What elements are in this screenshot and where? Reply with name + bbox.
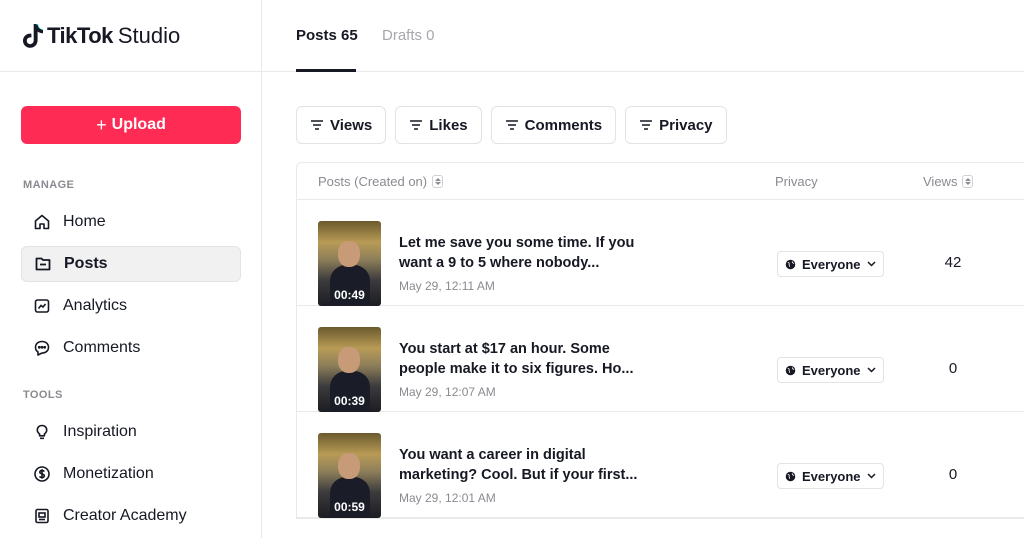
chevron-down-icon <box>867 367 876 373</box>
column-header-posts[interactable]: Posts (Created on) <box>318 174 444 189</box>
table-header: Posts (Created on) Privacy Views <box>297 163 1024 200</box>
logo-text: TikTok <box>47 22 113 48</box>
sort-icon <box>432 175 444 188</box>
filter-icon <box>640 120 653 130</box>
filter-likes-button[interactable]: Likes <box>395 106 482 144</box>
views-count: 42 <box>944 254 962 271</box>
globe-icon <box>785 471 796 481</box>
sidebar-item-label: Posts <box>64 255 108 272</box>
column-header-label: Posts (Created on) <box>318 174 428 189</box>
post-title[interactable]: Let me save you some time. If you want a… <box>399 233 649 273</box>
table-row[interactable]: 00:49 Let me save you some time. If you … <box>297 200 1024 306</box>
sidebar: TikTok Studio + Upload MANAGE Home Posts… <box>0 0 262 538</box>
video-duration: 00:49 <box>334 288 365 302</box>
tools-section-label: TOOLS <box>23 389 63 401</box>
sidebar-item-label: Comments <box>63 339 141 356</box>
filter-label: Comments <box>524 116 603 134</box>
sidebar-item-label: Inspiration <box>63 423 137 440</box>
lightbulb-icon <box>33 423 51 441</box>
sidebar-item-comments[interactable]: Comments <box>21 330 241 366</box>
column-header-label: Views <box>923 174 958 189</box>
table-row[interactable]: 00:39 You start at $17 an hour. Some peo… <box>297 306 1024 412</box>
home-icon <box>33 213 51 231</box>
privacy-dropdown[interactable]: Everyone <box>777 251 884 277</box>
tab-drafts[interactable]: Drafts 0 <box>382 27 435 44</box>
column-header-privacy: Privacy <box>775 174 818 189</box>
views-count: 0 <box>948 466 958 483</box>
filter-icon <box>410 120 423 130</box>
sidebar-item-label: Analytics <box>63 297 128 314</box>
post-date: May 29, 12:07 AM <box>399 385 496 399</box>
chevron-down-icon <box>867 261 876 267</box>
logo[interactable]: TikTok Studio <box>0 0 261 72</box>
video-duration: 00:59 <box>334 500 365 514</box>
filter-views-button[interactable]: Views <box>296 106 387 144</box>
video-thumbnail[interactable]: 00:39 <box>318 327 381 412</box>
video-duration: 00:39 <box>334 394 365 408</box>
table-row[interactable]: 00:59 You want a career in digital marke… <box>297 412 1024 518</box>
filter-icon <box>505 120 518 130</box>
dollar-icon <box>33 465 51 483</box>
post-date: May 29, 12:11 AM <box>399 279 495 293</box>
chevron-down-icon <box>867 473 876 479</box>
sidebar-item-label: Creator Academy <box>63 507 187 524</box>
filter-label: Likes <box>429 116 468 134</box>
privacy-dropdown[interactable]: Everyone <box>777 463 884 489</box>
privacy-dropdown[interactable]: Everyone <box>777 357 884 383</box>
logo-studio-text: Studio <box>117 22 181 48</box>
video-thumbnail[interactable]: 00:49 <box>318 221 381 306</box>
sidebar-item-label: Home <box>63 213 106 230</box>
thumbnail-face <box>338 241 360 267</box>
tiktok-logo-icon <box>23 23 44 48</box>
column-header-views[interactable]: Views <box>923 174 974 189</box>
filter-privacy-button[interactable]: Privacy <box>625 106 727 144</box>
plus-icon: + <box>96 114 107 135</box>
privacy-value: Everyone <box>802 468 861 484</box>
sidebar-item-label: Monetization <box>63 465 154 482</box>
thumbnail-face <box>338 453 360 479</box>
posts-table: Posts (Created on) Privacy Views 00:49 L… <box>296 162 1024 519</box>
globe-icon <box>785 259 796 269</box>
filter-label: Privacy <box>659 116 713 134</box>
privacy-value: Everyone <box>802 362 861 378</box>
upload-button[interactable]: + Upload <box>21 106 241 144</box>
sidebar-item-home[interactable]: Home <box>21 204 241 240</box>
active-tab-indicator <box>296 69 356 72</box>
academy-icon <box>33 507 51 525</box>
post-title[interactable]: You want a career in digital marketing? … <box>399 445 649 485</box>
sidebar-item-inspiration[interactable]: Inspiration <box>21 414 241 450</box>
filter-icon <box>311 120 323 130</box>
sidebar-item-creator-academy[interactable]: Creator Academy <box>21 498 241 534</box>
filter-bar: Views Likes Comments Privacy <box>296 106 727 144</box>
sort-icon <box>962 175 974 188</box>
column-header-label: Privacy <box>775 174 818 189</box>
thumbnail-face <box>338 347 360 373</box>
post-date: May 29, 12:01 AM <box>399 491 496 505</box>
upload-label: Upload <box>111 116 166 133</box>
main-content: Posts 65 Drafts 0 Views Likes Comments P… <box>262 0 1024 538</box>
video-thumbnail[interactable]: 00:59 <box>318 433 381 518</box>
filter-comments-button[interactable]: Comments <box>490 106 617 144</box>
filter-label: Views <box>330 116 373 134</box>
analytics-icon <box>33 297 51 315</box>
post-title[interactable]: You start at $17 an hour. Some people ma… <box>399 339 649 379</box>
manage-section-label: MANAGE <box>23 179 75 191</box>
sidebar-item-posts[interactable]: Posts <box>21 246 241 282</box>
sidebar-item-analytics[interactable]: Analytics <box>21 288 241 324</box>
tab-bar: Posts 65 Drafts 0 <box>262 0 1024 72</box>
tab-posts[interactable]: Posts 65 <box>296 27 358 44</box>
views-count: 0 <box>948 360 958 377</box>
globe-icon <box>785 365 796 375</box>
comments-icon <box>33 339 51 357</box>
posts-icon <box>34 255 52 273</box>
privacy-value: Everyone <box>802 256 861 272</box>
sidebar-item-monetization[interactable]: Monetization <box>21 456 241 492</box>
